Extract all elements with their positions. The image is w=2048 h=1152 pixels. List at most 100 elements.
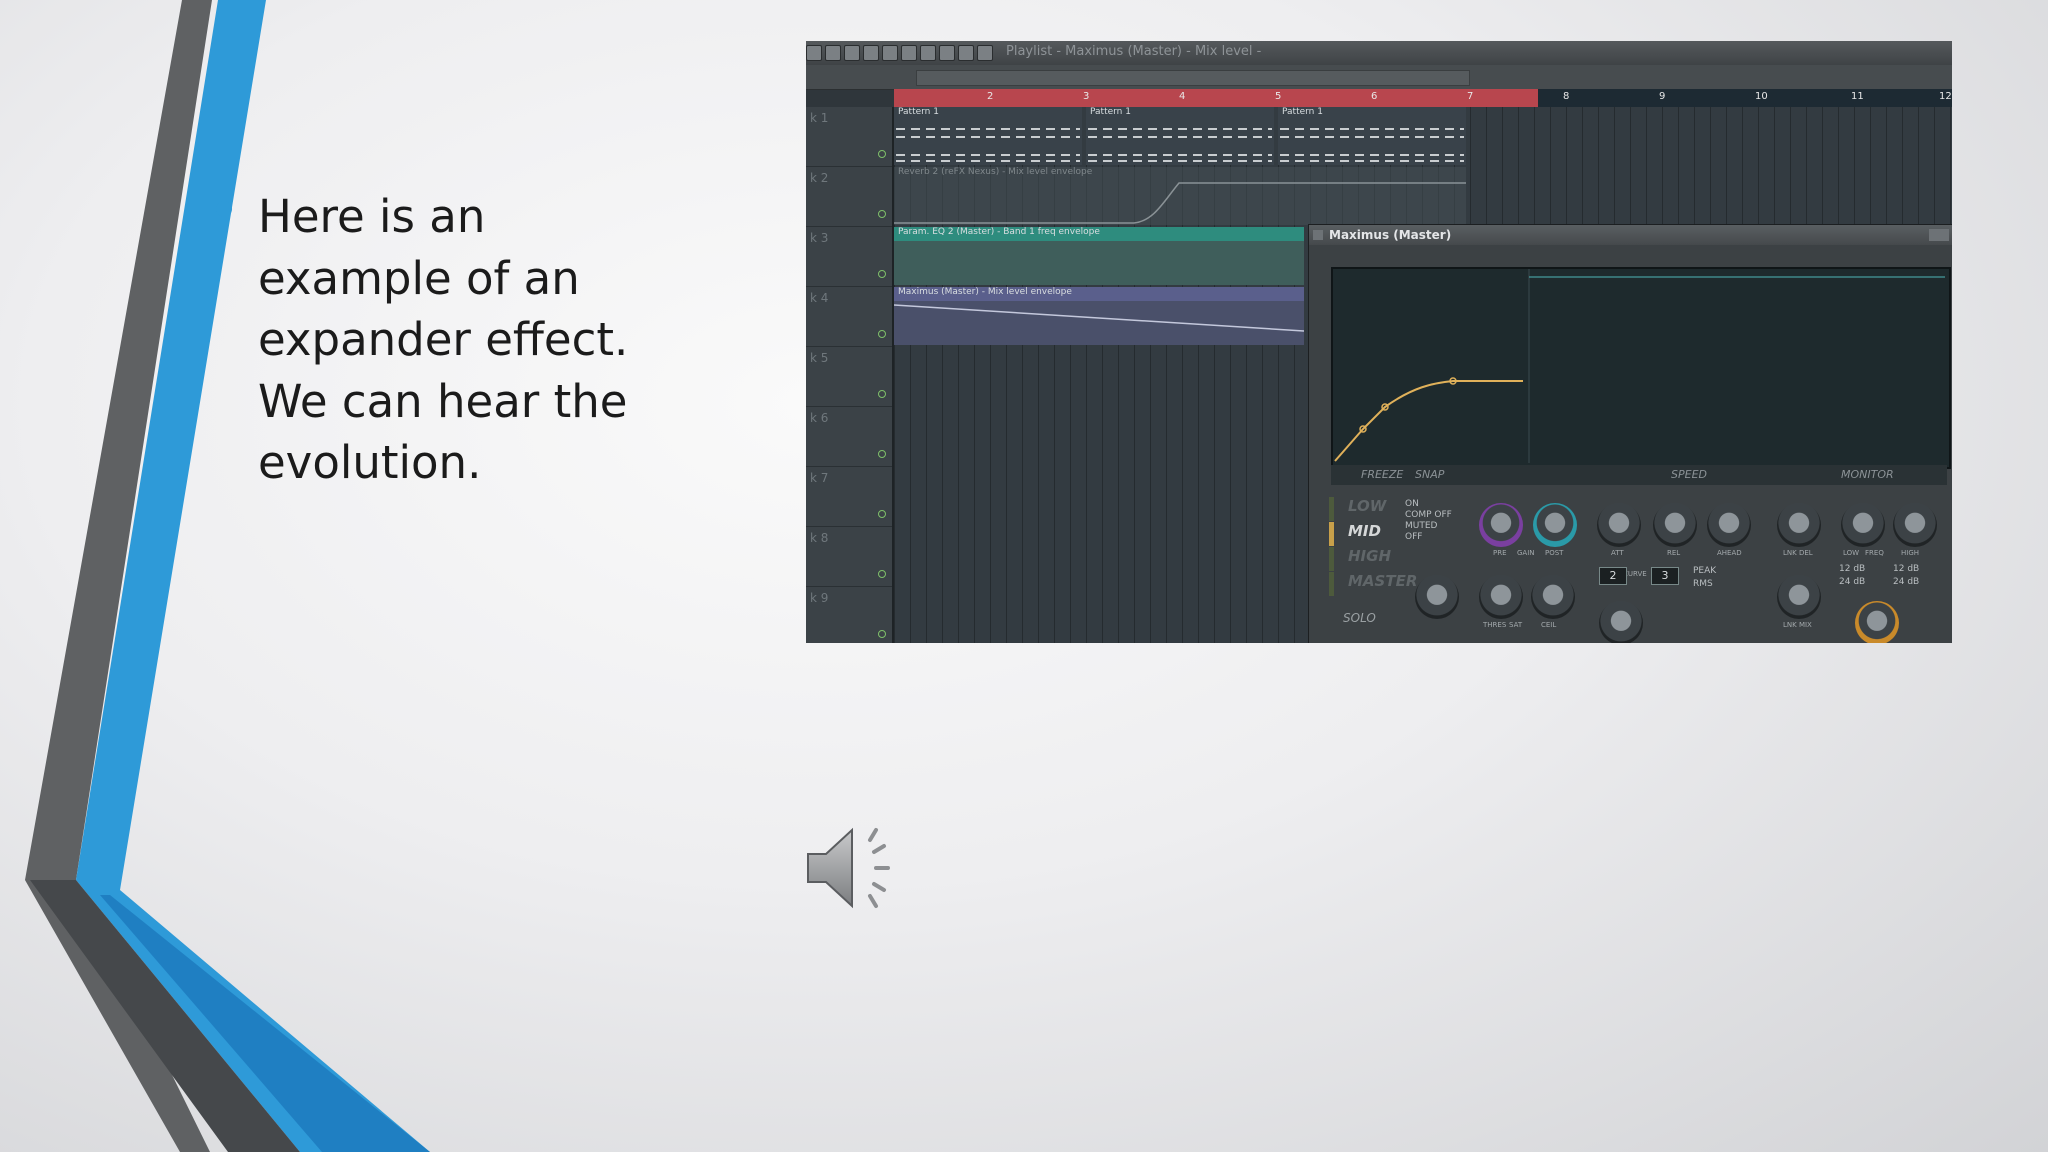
knob-label: GAIN — [1517, 549, 1535, 557]
knob-label: ATT — [1611, 549, 1624, 557]
rms-option[interactable]: RMS — [1693, 578, 1716, 591]
stereo-knob[interactable] — [1415, 575, 1459, 619]
plugin-title: Maximus (Master) — [1329, 228, 1452, 242]
clip-title: Maximus (Master) - Mix level envelope — [894, 287, 1304, 301]
ahead-knob[interactable] — [1707, 503, 1751, 547]
tool-icon — [958, 45, 974, 61]
band-state-options: ON COMP OFF MUTED OFF — [1405, 499, 1452, 543]
curve-value-right[interactable]: 3 — [1651, 567, 1679, 585]
timeline-ruler: 2 3 4 5 6 7 8 9 10 11 12 — [894, 89, 1952, 107]
curve-value-left[interactable]: 2 — [1599, 567, 1627, 585]
track-header: k 7 — [806, 467, 892, 527]
knob-label: LOW — [1843, 549, 1860, 557]
tool-icon — [844, 45, 860, 61]
band-master[interactable]: MASTER — [1329, 572, 1417, 596]
band-high[interactable]: HIGH — [1329, 547, 1401, 571]
detect-mode: PEAK RMS — [1693, 565, 1716, 591]
track-label: k 4 — [810, 291, 829, 305]
pre-gain-knob[interactable] — [1479, 503, 1523, 547]
curve-knob[interactable] — [1599, 601, 1643, 643]
graph-controls: FREEZE SNAP SPEED MONITOR — [1331, 465, 1947, 485]
attack-knob[interactable] — [1597, 503, 1641, 547]
track-led-icon — [878, 390, 886, 398]
option-on[interactable]: ON — [1405, 499, 1452, 510]
track-header: k 3 — [806, 227, 892, 287]
clip-title: Pattern 1 — [898, 107, 939, 117]
ruler-label: 10 — [1755, 91, 1768, 102]
speed-control[interactable]: SPEED — [1671, 468, 1707, 481]
daw-screenshot: Playlist - Maximus (Master) - Mix level … — [806, 41, 1952, 643]
track-label: k 3 — [810, 231, 829, 245]
pattern-clip: Pattern 1 — [1086, 107, 1274, 165]
track-led-icon — [878, 150, 886, 158]
monitor-button[interactable]: MONITOR — [1841, 468, 1894, 481]
track-header: k 1 — [806, 107, 892, 167]
option-comp-off[interactable]: COMP OFF — [1405, 510, 1452, 521]
plugin-browse-arrows-icon[interactable] — [1929, 229, 1949, 241]
track-header: k 8 — [806, 527, 892, 587]
maximus-plugin-window: Maximus (Master) FREEZE SNAP SPEED MONIT… — [1308, 224, 1952, 643]
ruler-label: 2 — [987, 91, 994, 102]
clip-title: Param. EQ 2 (Master) - Band 1 freq envel… — [894, 227, 1304, 241]
slide-body-text: Here is an example of an expander effect… — [258, 190, 629, 489]
snap-button[interactable]: SNAP — [1415, 468, 1444, 481]
link-mix-knob[interactable] — [1777, 575, 1821, 619]
track-header: k 5 — [806, 347, 892, 407]
slope-12db[interactable]: 12 dB — [1839, 563, 1865, 576]
plugin-menu-icon[interactable] — [1313, 230, 1323, 240]
tool-icon — [825, 45, 841, 61]
ruler-label: 12 — [1939, 91, 1952, 102]
option-off[interactable]: OFF — [1405, 532, 1452, 543]
playlist-subtoolbar — [806, 65, 1952, 90]
slope-12db[interactable]: 12 dB — [1893, 563, 1919, 576]
ruler-label: 4 — [1179, 91, 1186, 102]
bullet-marker — [216, 201, 232, 217]
pattern-notes — [1088, 128, 1272, 162]
peak-option[interactable]: PEAK — [1693, 565, 1716, 578]
knob-label: LNK MIX — [1783, 621, 1812, 629]
horizontal-scrollbar — [916, 70, 1470, 86]
compressor-curve-display — [1331, 267, 1951, 469]
envelope-curve — [894, 304, 1304, 332]
ruler-label: 11 — [1851, 91, 1864, 102]
tool-icon — [920, 45, 936, 61]
knob-label: POST — [1545, 549, 1564, 557]
speaker-icon[interactable] — [800, 818, 910, 918]
track-label: k 5 — [810, 351, 829, 365]
freeze-button[interactable]: FREEZE — [1361, 468, 1403, 481]
track-headers: k 1 k 2 k 3 k 4 k 5 k 6 k 7 k 8 k 9 — [806, 107, 894, 643]
ruler-label: 3 — [1083, 91, 1090, 102]
track-label: k 2 — [810, 171, 829, 185]
tool-icon — [977, 45, 993, 61]
band-low[interactable]: LOW — [1329, 497, 1401, 521]
band-mid[interactable]: MID — [1329, 522, 1401, 546]
ruler-label: 5 — [1275, 91, 1282, 102]
release-knob[interactable] — [1653, 503, 1697, 547]
post-gain-knob[interactable] — [1533, 503, 1577, 547]
track-label: k 8 — [810, 531, 829, 545]
band-mix-knob[interactable] — [1855, 601, 1899, 643]
option-muted[interactable]: MUTED — [1405, 521, 1452, 532]
low-freq-knob[interactable] — [1841, 503, 1885, 547]
slope-24db[interactable]: 24 dB — [1839, 576, 1865, 589]
solo-button[interactable]: SOLO — [1343, 611, 1376, 625]
clip-title: Pattern 1 — [1090, 107, 1131, 117]
ruler-label: 8 — [1563, 91, 1570, 102]
threshold-knob[interactable] — [1479, 575, 1523, 619]
track-label: k 7 — [810, 471, 829, 485]
track-label: k 9 — [810, 591, 829, 605]
knob-label: FREQ — [1865, 549, 1884, 557]
slope-24db[interactable]: 24 dB — [1893, 576, 1919, 589]
track-label: k 1 — [810, 111, 829, 125]
link-delay-knob[interactable] — [1777, 503, 1821, 547]
track-led-icon — [878, 570, 886, 578]
saturation-knob[interactable] — [1531, 575, 1575, 619]
clip-title: Pattern 1 — [1282, 107, 1323, 117]
ruler-label: 9 — [1659, 91, 1666, 102]
track-led-icon — [878, 630, 886, 638]
high-freq-knob[interactable] — [1893, 503, 1937, 547]
plugin-titlebar: Maximus (Master) — [1309, 225, 1952, 245]
toolbar-icons — [806, 45, 996, 61]
tool-icon — [882, 45, 898, 61]
knob-label: CEIL — [1541, 621, 1557, 629]
